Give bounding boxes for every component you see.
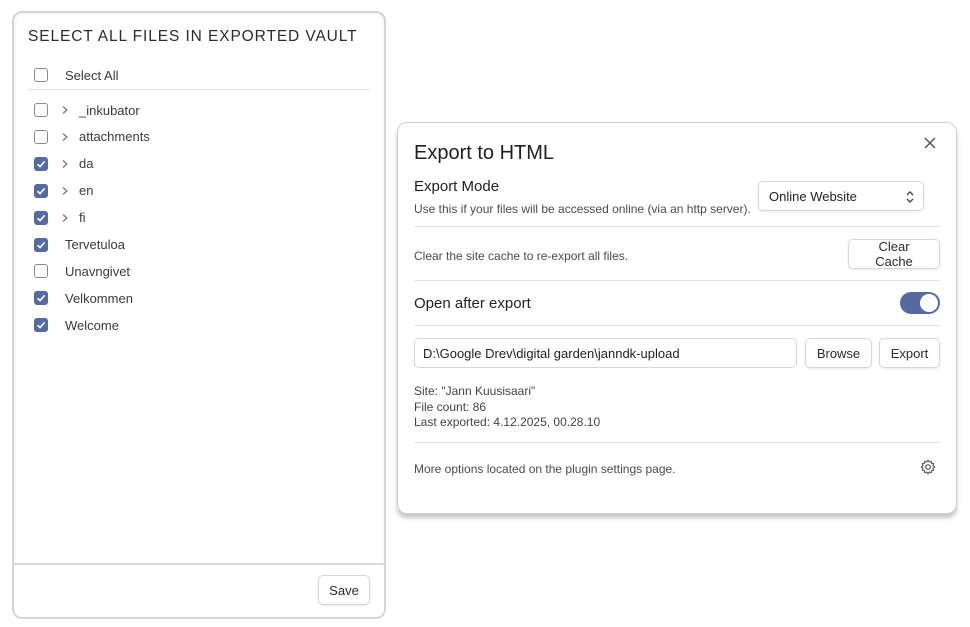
tree-file-row[interactable]: Tervetuloa bbox=[34, 235, 125, 255]
chevron-right-icon[interactable] bbox=[60, 213, 70, 223]
select-all-label: Select All bbox=[65, 67, 119, 83]
last-exported-info: Last exported: 4.12.2025, 00.28.10 bbox=[414, 415, 601, 429]
item-label: en bbox=[79, 183, 94, 199]
checkmark-icon bbox=[36, 214, 46, 222]
clear-cache-button[interactable]: Clear Cache bbox=[848, 239, 940, 269]
panel-footer: Save bbox=[14, 563, 384, 617]
item-label: Tervetuloa bbox=[65, 237, 125, 252]
checkmark-icon bbox=[36, 187, 46, 195]
select-all-checkbox[interactable] bbox=[34, 68, 48, 82]
checkmark-icon bbox=[36, 322, 46, 329]
export-button[interactable]: Export bbox=[879, 338, 940, 368]
toggle-knob bbox=[920, 294, 938, 312]
divider bbox=[414, 280, 940, 281]
tree-folder-row[interactable]: en bbox=[34, 181, 93, 201]
item-label: Welcome bbox=[65, 317, 119, 333]
item-label: fi bbox=[79, 210, 86, 226]
divider bbox=[414, 325, 940, 326]
export-mode-value: Online Website bbox=[769, 188, 857, 204]
chevron-right-icon[interactable] bbox=[60, 159, 70, 169]
item-checkbox[interactable] bbox=[34, 291, 48, 306]
item-checkbox[interactable] bbox=[34, 264, 48, 279]
save-button[interactable]: Save bbox=[318, 575, 370, 605]
checkmark-icon bbox=[36, 160, 46, 168]
divider bbox=[28, 89, 370, 90]
divider bbox=[414, 226, 940, 227]
tree-folder-row[interactable]: da bbox=[34, 154, 93, 174]
item-label: attachments bbox=[79, 129, 150, 145]
item-checkbox[interactable] bbox=[34, 237, 48, 252]
cache-description: Clear the site cache to re-export all fi… bbox=[414, 249, 629, 263]
footer-text: More options located on the plugin setti… bbox=[414, 462, 676, 476]
item-checkbox[interactable] bbox=[34, 210, 48, 225]
item-label: Velkommen bbox=[65, 290, 133, 306]
item-checkbox[interactable] bbox=[34, 318, 48, 333]
item-label: Unavngivet bbox=[65, 263, 131, 279]
tree-folder-row[interactable]: fi bbox=[34, 208, 86, 228]
item-checkbox[interactable] bbox=[34, 103, 48, 117]
gear-icon[interactable] bbox=[920, 459, 936, 475]
export-mode-description: Use this if your files will be accessed … bbox=[414, 202, 751, 216]
export-mode-select[interactable]: Online Website bbox=[758, 181, 924, 211]
file-selection-panel: SELECT ALL FILES IN EXPORTED VAULT Selec… bbox=[12, 11, 386, 619]
item-checkbox[interactable] bbox=[34, 129, 48, 144]
tree-file-row[interactable]: Velkommen bbox=[34, 288, 133, 308]
item-checkbox[interactable] bbox=[34, 183, 48, 198]
chevron-right-icon[interactable] bbox=[60, 132, 70, 142]
tree-file-row[interactable]: Unavngivet bbox=[34, 261, 130, 281]
item-label: _inkubator bbox=[79, 102, 140, 118]
tree-file-row[interactable]: Welcome bbox=[34, 315, 119, 335]
checkmark-icon bbox=[36, 295, 46, 303]
open-after-export-label: Open after export bbox=[414, 295, 531, 312]
item-checkbox[interactable] bbox=[34, 156, 48, 171]
export-path-input[interactable] bbox=[414, 338, 797, 368]
browse-button[interactable]: Browse bbox=[805, 338, 872, 368]
chevron-right-icon[interactable] bbox=[60, 186, 70, 196]
tree-folder-row[interactable]: attachments bbox=[34, 127, 150, 147]
close-icon[interactable] bbox=[922, 135, 938, 151]
updown-icon bbox=[906, 191, 914, 203]
file-count-info: File count: 86 bbox=[414, 400, 487, 414]
select-all-row[interactable]: Select All bbox=[34, 65, 118, 85]
panel-title: SELECT ALL FILES IN EXPORTED VAULT bbox=[28, 28, 358, 45]
modal-title: Export to HTML bbox=[414, 142, 555, 164]
divider bbox=[414, 442, 940, 443]
tree-folder-row[interactable]: _inkubator bbox=[34, 100, 140, 120]
checkmark-icon bbox=[36, 241, 46, 249]
export-modal: Export to HTML Export Mode Use this if y… bbox=[397, 122, 957, 514]
site-name-info: Site: "Jann Kuusisaari" bbox=[414, 384, 536, 398]
item-label: da bbox=[79, 156, 94, 172]
chevron-right-icon[interactable] bbox=[60, 105, 70, 115]
open-after-export-toggle[interactable] bbox=[900, 292, 940, 314]
export-mode-label: Export Mode bbox=[414, 178, 500, 195]
